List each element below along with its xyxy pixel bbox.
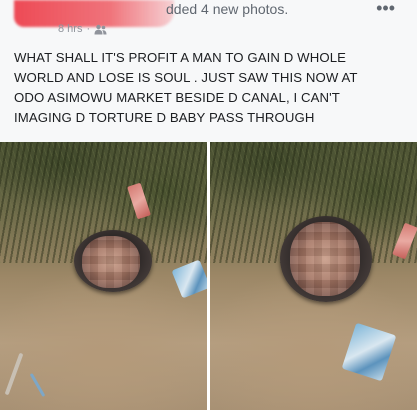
litter-item <box>341 322 397 382</box>
more-options-button[interactable]: ••• <box>376 0 395 18</box>
post-action-text: dded 4 new photos. <box>166 1 289 17</box>
post-meta: 8 hrs · <box>58 22 107 36</box>
post-header: dded 4 new photos. 8 hrs · ••• <box>0 0 417 50</box>
pixelated-region <box>82 236 140 288</box>
post-body-text: WHAT SHALL IT'S PROFIT A MAN TO GAIN D W… <box>14 50 358 125</box>
post-timestamp[interactable]: 8 hrs <box>58 23 82 35</box>
photo-grid <box>0 142 417 410</box>
litter-item <box>4 352 24 396</box>
litter-item <box>29 372 46 398</box>
photo-left[interactable] <box>0 142 207 410</box>
meta-separator: · <box>86 23 91 35</box>
facebook-post: dded 4 new photos. 8 hrs · ••• WHAT SHAL… <box>0 0 417 410</box>
pixelated-region <box>290 222 360 296</box>
litter-item <box>171 259 207 299</box>
photo-right[interactable] <box>210 142 417 410</box>
friends-icon[interactable] <box>94 24 107 35</box>
